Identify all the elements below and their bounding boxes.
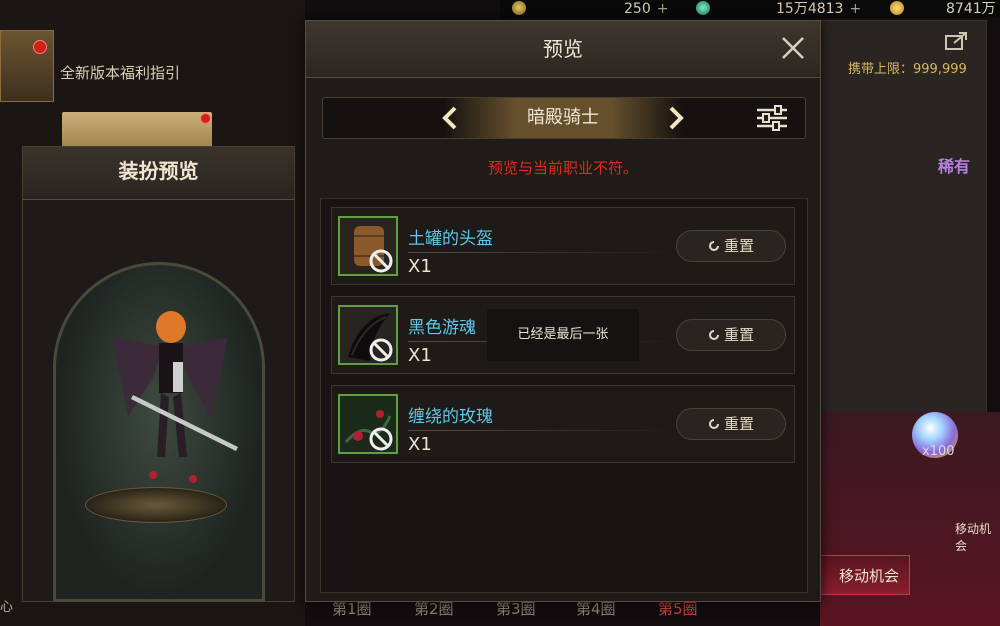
item-name: 黑色游魂 xyxy=(408,318,476,338)
reset-button[interactable]: 重置 xyxy=(676,408,786,440)
currency-gem-value: 15万4813 + xyxy=(776,1,862,17)
chevron-right-icon[interactable] xyxy=(667,106,685,130)
notification-dot xyxy=(33,40,47,54)
item-name: 土罐的头盔 xyxy=(408,229,493,249)
item-quantity: X1 xyxy=(408,434,432,455)
reset-label: 重置 xyxy=(723,415,754,433)
ban-icon xyxy=(369,249,393,273)
item-quantity: X1 xyxy=(408,256,432,277)
ban-icon xyxy=(369,427,393,451)
gem-icon xyxy=(696,1,710,15)
rarity-label: 稀有 xyxy=(938,157,971,176)
add-coin-button[interactable]: + xyxy=(657,1,669,17)
center-label: 心 xyxy=(0,600,14,615)
reset-label: 重置 xyxy=(723,326,754,344)
dialog-title: 预览 xyxy=(543,37,583,61)
item-name: 缠绕的玫瑰 xyxy=(408,407,493,427)
black-wraith-icon[interactable] xyxy=(338,305,398,365)
divider xyxy=(408,252,678,253)
class-selector: 暗殿骑士 xyxy=(322,97,806,139)
twined-rose-icon[interactable] xyxy=(338,394,398,454)
outfit-preview-title: 装扮预览 xyxy=(23,147,294,200)
reset-button[interactable]: 重置 xyxy=(676,319,786,351)
dialog-header: 预览 xyxy=(306,21,820,78)
filter-settings-icon[interactable] xyxy=(755,104,789,132)
welfare-guide-link[interactable]: 全新版本福利指引 xyxy=(60,62,240,83)
reset-label: 重置 xyxy=(723,237,754,255)
reset-button[interactable]: 重置 xyxy=(676,230,786,262)
gold-icon xyxy=(890,1,904,15)
item-quantity: X1 xyxy=(408,345,432,366)
currency-gold-value: 8741万 xyxy=(946,1,996,17)
outfit-preview-panel: 装扮预览 xyxy=(22,146,295,602)
item-list: 土罐的头盔 X1 重置 黑色游魂 X1 重置 缠绕的玫瑰 X1 重置 xyxy=(320,198,808,593)
divider xyxy=(408,430,678,431)
move-chance-label: 移动机会 xyxy=(955,522,992,553)
share-icon[interactable] xyxy=(945,31,969,51)
list-item: 土罐的头盔 X1 重置 xyxy=(331,207,795,285)
add-gem-button[interactable]: + xyxy=(849,1,861,17)
class-mismatch-warning: 预览与当前职业不符。 xyxy=(487,159,638,177)
currency-bar: 250 + 15万4813 + 8741万 xyxy=(500,0,1000,18)
toast-message: 已经是最后一张 xyxy=(487,309,639,361)
currency-coin-value: 250 + xyxy=(624,1,669,17)
item-info-panel xyxy=(820,20,987,414)
notification-dot xyxy=(200,113,211,124)
pot-helmet-icon[interactable] xyxy=(338,216,398,276)
refresh-icon xyxy=(709,419,719,429)
character-model[interactable] xyxy=(93,307,243,517)
event-tab[interactable] xyxy=(0,30,54,102)
ban-icon xyxy=(369,338,393,362)
carry-limit: 携带上限：999,999 xyxy=(848,62,967,77)
coin-icon xyxy=(512,1,526,15)
close-icon[interactable] xyxy=(778,33,808,63)
chevron-left-icon[interactable] xyxy=(441,106,459,130)
refresh-icon xyxy=(709,330,719,340)
refresh-icon xyxy=(709,241,719,251)
class-name: 暗殿骑士 xyxy=(443,98,683,138)
list-item: 缠绕的玫瑰 X1 重置 xyxy=(331,385,795,463)
orb-count: x100 xyxy=(922,444,955,459)
